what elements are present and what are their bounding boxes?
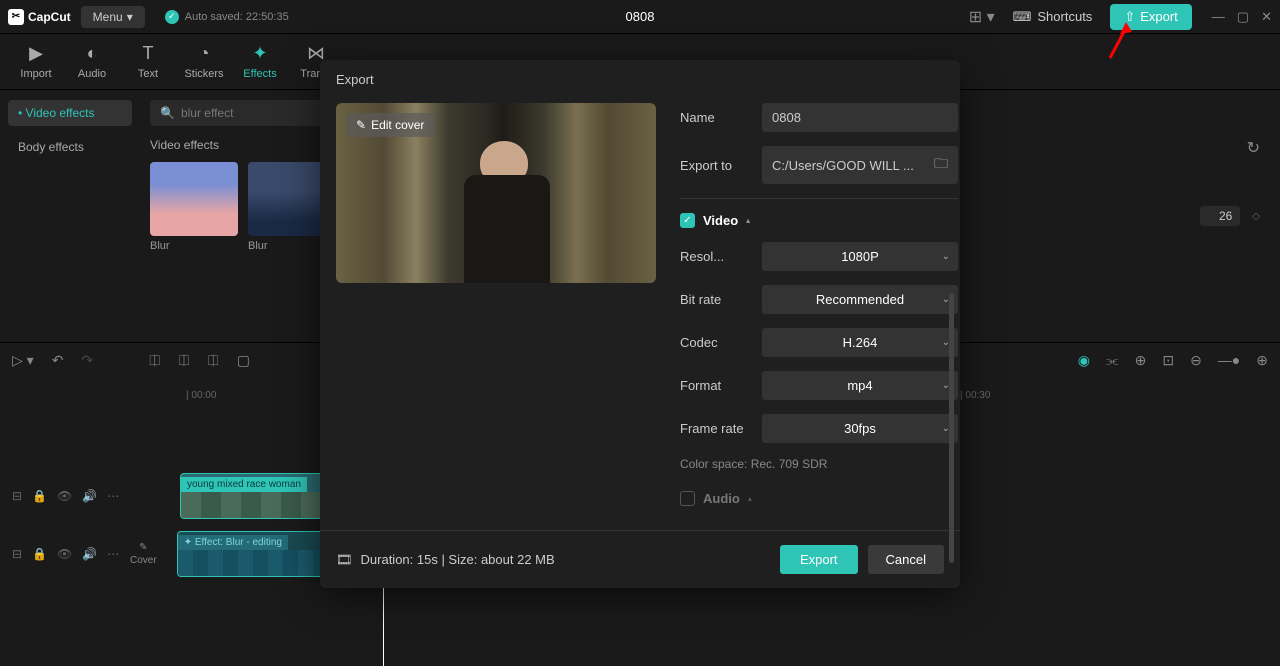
close-icon[interactable]: ✕ — [1261, 9, 1272, 25]
export-button-top[interactable]: ⇧ Export — [1110, 4, 1191, 30]
chevron-down-icon: ⌄ — [942, 251, 950, 262]
pointer-tool[interactable]: ▷ ▾ — [12, 352, 34, 369]
delete-icon[interactable]: ▢ — [237, 352, 250, 369]
stepper-icon[interactable]: ◇ — [1252, 211, 1260, 222]
logo-icon: ✂ — [8, 9, 24, 25]
track-controls: ⊟ 🔒 👁 🔊 ⋯ — [0, 489, 130, 503]
reset-icon[interactable]: ↻ — [1247, 138, 1260, 158]
tool-audio[interactable]: ◐Audio — [64, 43, 120, 80]
autosave-indicator: ✓ Auto saved: 22:50:35 — [165, 10, 289, 24]
framerate-label: Frame rate — [680, 421, 752, 436]
dialog-title: Export — [320, 60, 960, 99]
export-path-field[interactable]: C:/Users/GOOD WILL ... 🗀 — [762, 146, 958, 184]
split-icon[interactable]: ⎅ — [149, 352, 160, 369]
video-section-toggle[interactable]: ✓ Video ▴ — [680, 213, 958, 228]
shortcuts-button[interactable]: ⌨ Shortcuts — [1005, 5, 1101, 29]
audio-section-toggle[interactable]: Audio ▴ — [680, 491, 958, 506]
topbar: ✂ CapCut Menu▾ ✓ Auto saved: 22:50:35 08… — [0, 0, 1280, 34]
bitrate-label: Bit rate — [680, 292, 752, 307]
effects-sidebar: • Video effects Body effects — [0, 90, 140, 342]
exportto-label: Export to — [680, 158, 752, 173]
link-icon[interactable]: ⫘ — [1106, 352, 1119, 369]
chevron-up-icon: ▴ — [748, 494, 752, 503]
document-title: 0808 — [626, 9, 655, 24]
codec-select[interactable]: H.264⌄ — [762, 328, 958, 357]
tab-video-effects[interactable]: • Video effects — [8, 100, 132, 126]
bitrate-select[interactable]: Recommended⌄ — [762, 285, 958, 314]
snap-icon[interactable]: ⊕ — [1135, 352, 1147, 369]
app-name: CapCut — [28, 10, 71, 24]
chevron-up-icon: ▴ — [746, 216, 750, 225]
export-confirm-button[interactable]: Export — [780, 545, 858, 574]
timeline-icon[interactable]: ◉ — [1078, 352, 1090, 369]
edit-cover-button[interactable]: ✎ Edit cover — [346, 113, 434, 137]
minimize-icon[interactable]: — — [1212, 9, 1225, 25]
more-icon[interactable]: ⋯ — [107, 547, 119, 561]
tool-import[interactable]: ▶Import — [8, 43, 64, 80]
more-icon[interactable]: ⋯ — [107, 489, 119, 503]
maximize-icon[interactable]: ▢ — [1237, 9, 1249, 25]
tool-stickers[interactable]: ◔Stickers — [176, 43, 232, 80]
search-icon: 🔍 — [160, 106, 175, 120]
zoom-slider-icon[interactable]: —● — [1218, 352, 1240, 369]
color-space-text: Color space: Rec. 709 SDR — [680, 457, 958, 471]
keyboard-icon: ⌨ — [1013, 9, 1032, 25]
dialog-footer: 🎞 Duration: 15s | Size: about 22 MB Expo… — [320, 530, 960, 588]
export-dialog: Export ✎ Edit cover Name Export to C:/Us… — [320, 60, 960, 588]
cover-button[interactable]: ✎ Cover — [130, 542, 157, 566]
track-controls: ⊟ 🔒 👁 🔊 ⋯ — [0, 547, 130, 561]
split-left-icon[interactable]: ⎅ — [178, 352, 189, 369]
app-logo: ✂ CapCut — [8, 9, 71, 25]
tab-body-effects[interactable]: Body effects — [8, 134, 132, 160]
lock-icon[interactable]: 🔒 — [32, 547, 47, 561]
folder-icon[interactable]: 🗀 — [934, 153, 948, 177]
lock-icon[interactable]: 🔒 — [32, 489, 47, 503]
mute-icon[interactable]: 🔊 — [82, 489, 97, 503]
resolution-label: Resol... — [680, 249, 752, 264]
tool-text[interactable]: TText — [120, 43, 176, 80]
resolution-select[interactable]: 1080P⌄ — [762, 242, 958, 271]
check-icon: ✓ — [165, 10, 179, 24]
zoom-out-icon[interactable]: ⊖ — [1190, 352, 1202, 369]
film-icon: 🎞 — [336, 552, 353, 568]
tool-effects[interactable]: ✦Effects — [232, 43, 288, 80]
export-icon: ⇧ — [1124, 9, 1135, 25]
codec-label: Codec — [680, 335, 752, 350]
track-expand-icon[interactable]: ⊟ — [12, 489, 22, 503]
mute-icon[interactable]: 🔊 — [82, 547, 97, 561]
menu-button[interactable]: Menu▾ — [81, 6, 145, 28]
cancel-button[interactable]: Cancel — [868, 545, 944, 574]
pencil-icon: ✎ — [356, 118, 366, 132]
zoom-in-icon[interactable]: ⊕ — [1256, 352, 1268, 369]
format-label: Format — [680, 378, 752, 393]
slider-value: 26 — [1200, 206, 1240, 226]
framerate-select[interactable]: 30fps⌄ — [762, 414, 958, 443]
preview-icon[interactable]: ⊡ — [1162, 352, 1174, 369]
eye-icon[interactable]: 👁 — [57, 547, 72, 561]
split-right-icon[interactable]: ⎅ — [208, 352, 219, 369]
duration-info: 🎞 Duration: 15s | Size: about 22 MB — [336, 552, 555, 568]
window-controls: — ▢ ✕ — [1212, 9, 1272, 25]
redo-icon[interactable]: ↷ — [81, 352, 93, 369]
topbar-right: ⊞ ▾ ⌨ Shortcuts ⇧ Export — ▢ ✕ — [969, 4, 1272, 30]
eye-icon[interactable]: 👁 — [57, 489, 72, 503]
effect-thumb[interactable]: Blur — [150, 162, 238, 252]
name-input[interactable] — [762, 103, 958, 132]
name-label: Name — [680, 110, 752, 125]
undo-icon[interactable]: ↶ — [52, 352, 64, 369]
checkbox-on-icon: ✓ — [680, 213, 695, 228]
dialog-scrollbar[interactable] — [949, 293, 954, 573]
checkbox-off-icon — [680, 491, 695, 506]
format-select[interactable]: mp4⌄ — [762, 371, 958, 400]
track-expand-icon[interactable]: ⊟ — [12, 547, 22, 561]
layout-icon[interactable]: ⊞ ▾ — [969, 7, 995, 27]
cover-preview: ✎ Edit cover — [336, 103, 656, 283]
pencil-icon: ✎ — [139, 542, 147, 553]
